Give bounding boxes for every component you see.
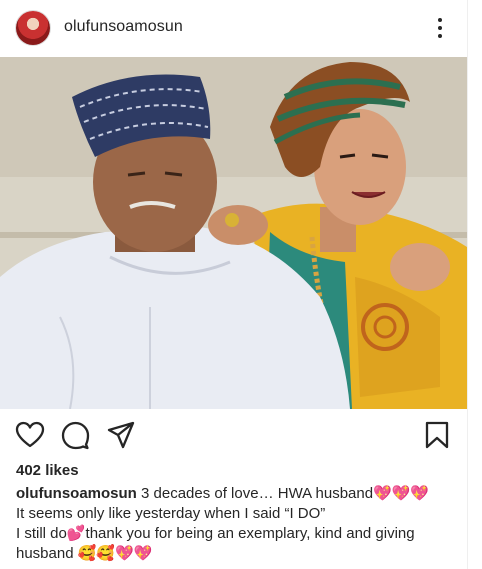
caption-text-line2: It seems only like yesterday when I said… xyxy=(16,505,326,522)
post-actions xyxy=(0,412,467,456)
instagram-post: olufunsoamosun 402 likes olufunsoamosun … xyxy=(0,0,468,569)
paper-plane-icon[interactable] xyxy=(106,420,136,450)
likes-count[interactable]: 402 likes xyxy=(16,462,79,479)
caption-username[interactable]: olufunsoamosun xyxy=(16,485,137,502)
caption-text-line3: I still do💕thank you for being an exempl… xyxy=(16,525,415,542)
bookmark-outline-icon[interactable] xyxy=(422,420,452,450)
caption-text-line1: 3 decades of love… HWA husband💖💖💖 xyxy=(136,485,430,502)
post-photo[interactable] xyxy=(0,57,467,409)
caption-text-line4: husband 🥰🥰💖💖 xyxy=(16,545,153,562)
post-caption: olufunsoamosun 3 decades of love… HWA hu… xyxy=(16,484,456,564)
post-header: olufunsoamosun xyxy=(0,0,467,56)
caption-first-line: olufunsoamosun 3 decades of love… HWA hu… xyxy=(16,484,456,504)
post-username[interactable]: olufunsoamosun xyxy=(64,18,183,36)
comment-bubble-icon[interactable] xyxy=(60,420,90,450)
three-dots-vertical-icon[interactable] xyxy=(430,16,450,40)
profile-avatar[interactable] xyxy=(16,11,50,45)
heart-outline-icon[interactable] xyxy=(15,420,45,450)
